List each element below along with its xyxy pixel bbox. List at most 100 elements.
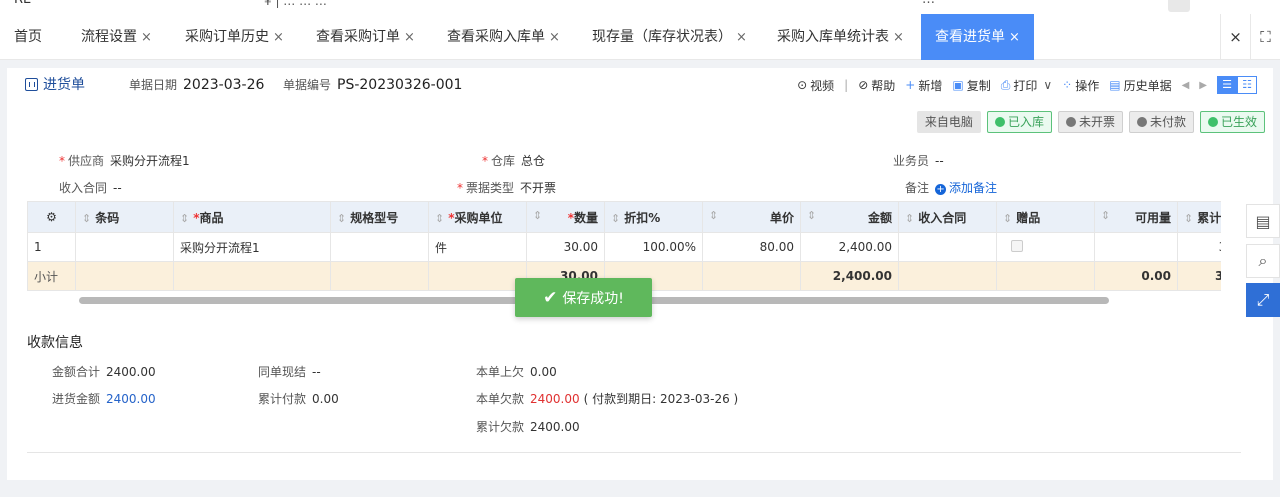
sort-icon: ⇕: [337, 211, 347, 225]
col-qty[interactable]: ⇕ *数量: [526, 201, 605, 233]
tab-home[interactable]: 首页: [14, 14, 42, 60]
attachment-icon[interactable]: ⌕: [1246, 244, 1280, 278]
check-icon: [994, 117, 1005, 127]
cell-contract[interactable]: [898, 232, 997, 262]
cell-unit[interactable]: 件: [428, 232, 527, 262]
expand-icon[interactable]: ⤢: [1246, 283, 1280, 317]
warehouse-value: 总仓: [521, 154, 546, 168]
fullscreen-icon[interactable]: ⛶: [1250, 14, 1280, 60]
close-icon[interactable]: ×: [549, 30, 560, 45]
tab-bar: 首页 流程设置 × 采购订单历史 × 查看采购订单 × 查看采购入库单 × 现存量（库存…: [0, 14, 1280, 60]
cell-qty[interactable]: 30.00: [526, 232, 605, 262]
col-barcode[interactable]: ⇕ 条码: [75, 201, 174, 233]
col-label: 商品: [199, 210, 224, 225]
video-button[interactable]: ⊙ 视频: [797, 77, 834, 94]
detail-view-icon[interactable]: ☷: [1237, 76, 1257, 94]
close-icon[interactable]: ×: [141, 30, 152, 45]
next-arrow-icon[interactable]: ▶: [1199, 80, 1207, 91]
cell-barcode[interactable]: [75, 232, 174, 262]
tab-view-purchase[interactable]: 查看进货单 ×: [921, 14, 1034, 60]
bill-type-field[interactable]: * 票据类型 不开票: [457, 179, 556, 196]
col-available[interactable]: ⇕ 可用量: [1094, 201, 1178, 233]
copy-button[interactable]: ▣ 复制: [952, 77, 990, 94]
tab-process-settings[interactable]: 流程设置 ×: [81, 14, 152, 60]
contract-value: --: [113, 181, 122, 195]
col-unit[interactable]: ⇕ *采购单位: [428, 201, 527, 233]
cell-discount[interactable]: 100.00%: [604, 232, 703, 262]
close-icon[interactable]: ×: [404, 30, 415, 45]
purchase-form-card: 进货单 单据日期 2023-03-26 单据编号 PS-20230326-001 ⊙…: [7, 68, 1273, 480]
col-discount[interactable]: ⇕ 折扣%: [604, 201, 703, 233]
tab-view-po[interactable]: 查看采购订单 ×: [316, 14, 415, 60]
payment-due-text: ( 付款到期日: 2023-03-26 ): [583, 392, 739, 406]
add-button[interactable]: + 新增: [905, 77, 942, 94]
close-icon[interactable]: ×: [1009, 30, 1020, 45]
table-row[interactable]: 1 采购分开流程1 件 30.00 100.00% 80.00 2,400.00…: [27, 232, 1221, 262]
col-label: 采购单位: [454, 210, 503, 225]
col-cumulative[interactable]: ⇕ 累计: [1177, 201, 1221, 233]
tab-inventory[interactable]: 现存量（库存状况表） ×: [592, 14, 747, 60]
doc-number-label: 单据编号: [283, 78, 332, 92]
payment-owed-value: 2400.00: [530, 392, 580, 406]
doc-tab[interactable]: 进货单: [7, 68, 110, 102]
cell-gift[interactable]: [996, 232, 1095, 262]
required-mark: *: [59, 154, 65, 168]
staff-label: 业务员: [893, 154, 930, 168]
status-badge: 未付款: [1128, 111, 1194, 133]
close-icon[interactable]: ×: [736, 30, 747, 45]
avatar[interactable]: [1168, 0, 1190, 12]
add-remark-button[interactable]: + 添加备注: [935, 181, 997, 195]
prev-arrow-icon[interactable]: ◀: [1182, 80, 1190, 91]
doc-date-value: 2023-03-26: [183, 77, 265, 93]
col-amount[interactable]: ⇕ 金额: [800, 201, 899, 233]
operations-button[interactable]: ⁘ 操作: [1062, 77, 1099, 94]
toast-text: 保存成功!: [562, 290, 624, 307]
col-gift[interactable]: ⇕ 赠品: [996, 201, 1095, 233]
list-view-icon[interactable]: ☰: [1217, 76, 1237, 94]
close-icon[interactable]: ×: [273, 30, 284, 45]
bill-type-value: 不开票: [520, 181, 557, 195]
tab-view-receipt[interactable]: 查看采购入库单 ×: [447, 14, 560, 60]
cell-spec[interactable]: [330, 232, 429, 262]
close-icon[interactable]: ×: [893, 30, 904, 45]
col-contract[interactable]: ⇕ 收入合同: [898, 201, 997, 233]
status-badges: 来自电脑 已入库 未开票 未付款 已生效: [916, 111, 1265, 133]
doc-title: 进货单: [43, 77, 85, 93]
table-header: ⚙ ⇕ 条码 ⇕ *商品 ⇕ 规格型号 ⇕ *采购单位 ⇕ *数量 ⇕ 折扣% ⇕ 单价 ⇕ 金…: [27, 201, 1221, 233]
subtotal-cell: [428, 261, 527, 291]
bill-type-label: 票据类型: [466, 181, 515, 195]
status-badge: 未开票: [1057, 111, 1123, 133]
supplier-field[interactable]: * 供应商 采购分开流程1: [59, 152, 190, 169]
cell-amount[interactable]: 2,400.00: [800, 232, 899, 262]
printer-icon: ⎙: [1000, 77, 1011, 92]
help-label: 帮助: [871, 78, 896, 93]
sort-icon: ⇕: [180, 211, 190, 225]
alert-icon: [1065, 117, 1076, 127]
sort-icon: ⇕: [1003, 211, 1013, 225]
subtotal-cell: [702, 261, 801, 291]
col-price[interactable]: ⇕ 单价: [702, 201, 801, 233]
copy-icon: ▣: [952, 78, 964, 92]
contract-field[interactable]: 收入合同 --: [59, 179, 122, 196]
col-label: 单价: [769, 210, 794, 225]
staff-field[interactable]: 业务员 --: [893, 152, 944, 169]
history-button[interactable]: ▤ 历史单据: [1109, 77, 1171, 94]
gift-checkbox[interactable]: [1011, 239, 1023, 252]
cell-price[interactable]: 80.00: [702, 232, 801, 262]
payment-prev-owed: 本单上欠 0.00: [476, 363, 557, 380]
help-button[interactable]: ⊘ 帮助: [858, 77, 895, 94]
tab-receipt-stats[interactable]: 采购入库单统计表 ×: [777, 14, 904, 60]
top-strip-right: …: [922, 0, 935, 7]
print-button[interactable]: ⎙ 打印 ∨: [1001, 77, 1052, 94]
doc-number-value: PS-20230326-001: [337, 77, 463, 93]
supplier-value: 采购分开流程1: [110, 154, 190, 168]
col-product[interactable]: ⇕ *商品: [173, 201, 331, 233]
close-all-button[interactable]: ×: [1220, 14, 1250, 60]
tab-po-history[interactable]: 采购订单历史 ×: [185, 14, 284, 60]
settings-gear-icon[interactable]: ⚙: [27, 201, 76, 233]
cell-product[interactable]: 采购分开流程1: [173, 232, 331, 262]
col-spec[interactable]: ⇕ 规格型号: [330, 201, 429, 233]
warehouse-field[interactable]: * 仓库 总仓: [482, 152, 545, 169]
check-icon: [1207, 117, 1218, 127]
notes-icon[interactable]: ▤: [1246, 204, 1280, 238]
